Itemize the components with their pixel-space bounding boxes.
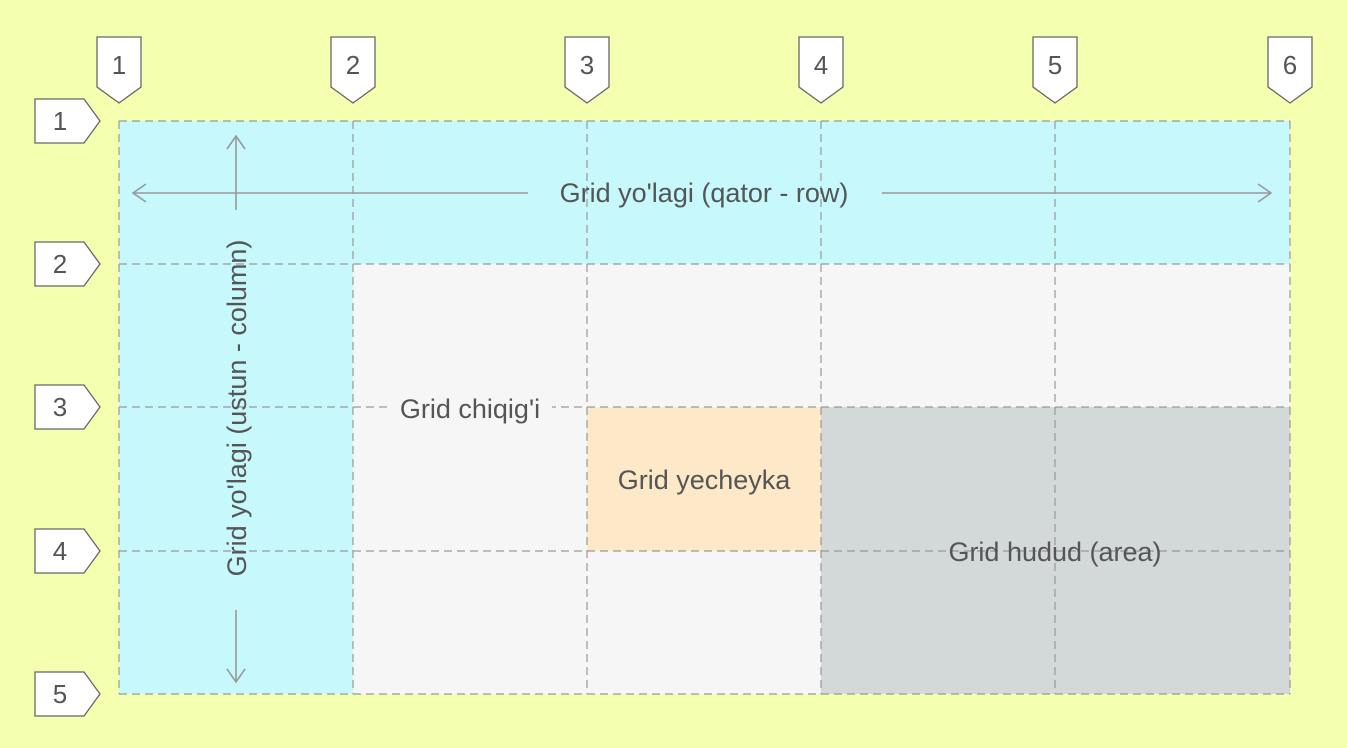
row-track-label: Grid yo'lagi (qator - row) (560, 178, 849, 208)
row-line-marker-3: 3 (34, 384, 101, 430)
row-marker-shape (34, 241, 101, 287)
column-line-marker-4: 4 (798, 36, 844, 104)
row-line-marker-5: 5 (34, 671, 101, 717)
column-marker-label: 1 (112, 50, 126, 80)
row-marker-label: 5 (53, 679, 67, 709)
grid-cell-label: Grid yecheyka (618, 465, 792, 495)
row-line-marker-2: 2 (34, 241, 101, 287)
column-marker-label: 5 (1048, 50, 1062, 80)
column-marker-label: 2 (346, 50, 360, 80)
row-marker-shape (34, 671, 101, 717)
row-line-markers: 1 2 3 4 5 (34, 98, 101, 717)
column-line-marker-1: 1 (96, 36, 142, 104)
row-marker-label: 4 (53, 536, 67, 566)
column-marker-label: 3 (580, 50, 594, 80)
row-marker-shape (34, 384, 101, 430)
column-line-marker-3: 3 (564, 36, 610, 104)
column-marker-label: 4 (814, 50, 828, 80)
column-marker-label: 6 (1283, 50, 1297, 80)
row-marker-shape (34, 98, 101, 144)
row-marker-label: 2 (53, 249, 67, 279)
grid-diagram-canvas: 123456 12345 Grid yo'lagi (qator - row) … (34, 36, 1313, 717)
row-line-marker-1: 1 (34, 98, 101, 144)
column-line-marker-2: 2 (330, 36, 376, 104)
row-line-marker-4: 4 (34, 528, 101, 574)
grid-area-label: Grid hudud (area) (948, 537, 1161, 567)
column-line-marker-6: 6 (1267, 36, 1313, 104)
column-line-marker-5: 5 (1032, 36, 1078, 104)
row-marker-label: 1 (53, 106, 67, 136)
column-line-markers: 1 2 3 4 5 6 (96, 36, 1313, 104)
column-track-label: Grid yo'lagi (ustun - column) (222, 240, 252, 577)
grid-line-label: Grid chiqig'i (400, 394, 540, 424)
row-marker-label: 3 (53, 392, 67, 422)
row-marker-shape (34, 528, 101, 574)
grid-anatomy-diagram: 123456 12345 Grid yo'lagi (qator - row) … (0, 0, 1347, 743)
